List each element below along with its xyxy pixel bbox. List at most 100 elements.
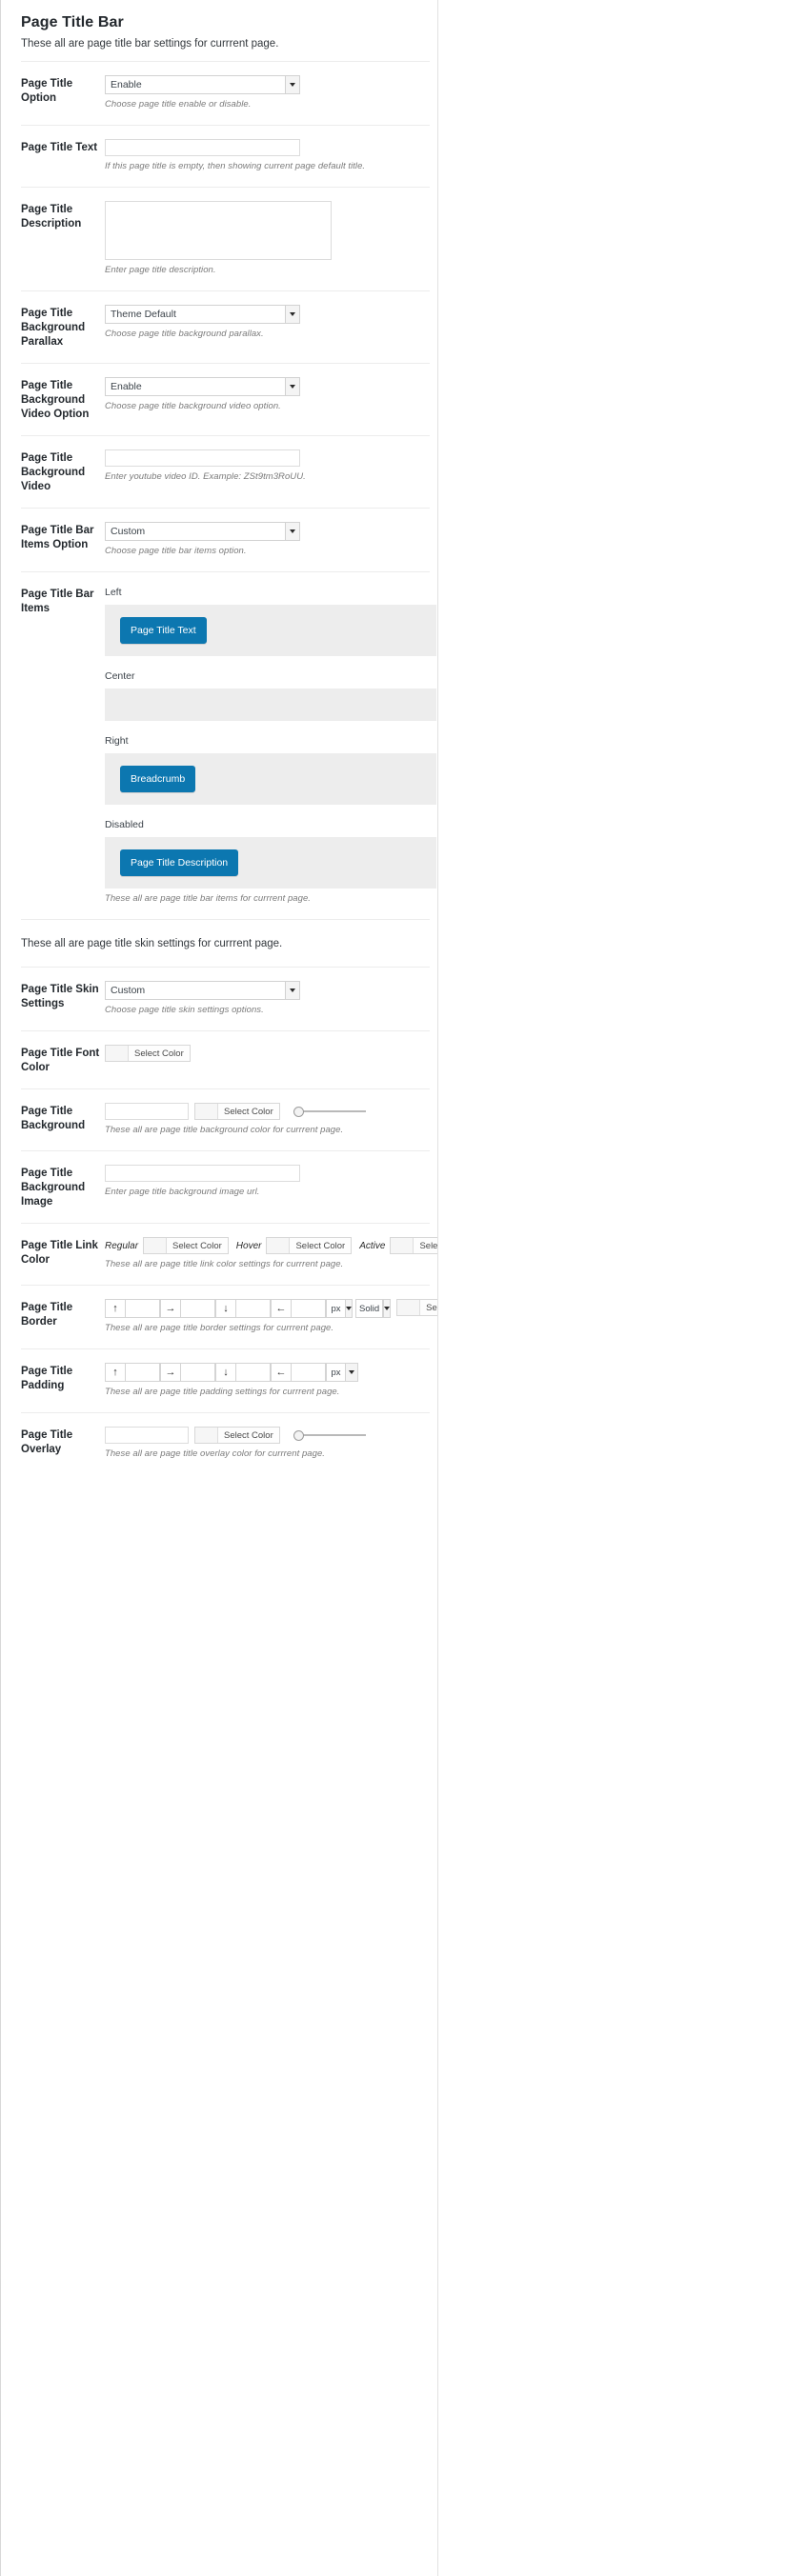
section-subtitle: These all are page title bar settings fo…: [21, 38, 279, 50]
colorpicker-page-title-overlay[interactable]: Select Color: [194, 1427, 280, 1444]
label-page-title-option: Page Title Option: [21, 78, 73, 104]
label-page-title-bar-items-option: Page Title Bar Items Option: [21, 525, 94, 550]
border-unit-select[interactable]: [345, 1299, 353, 1318]
input-padding-left[interactable]: [291, 1363, 326, 1382]
desc-page-title-bg-parallax: Choose page title background parallax.: [105, 329, 264, 339]
label-page-title-bg-parallax: Page Title Background Parallax: [21, 308, 86, 348]
padding-unit-select[interactable]: [345, 1363, 358, 1382]
select-page-title-bar-items-option[interactable]: Custom: [105, 522, 300, 541]
color-swatch: [144, 1238, 168, 1253]
colorpicker-link-regular[interactable]: Select Color: [143, 1237, 229, 1254]
desc-page-title-bar-items-option: Choose page title bar items option.: [105, 546, 247, 556]
row-page-title-bg-video: Page Title Background Video Enter youtub…: [21, 435, 430, 508]
row-page-title-bg-video-option: Page Title Background Video Option Enabl…: [21, 363, 430, 435]
arrow-left-icon: ←: [271, 1363, 291, 1382]
dropzone-right[interactable]: Breadcrumb: [105, 753, 436, 805]
desc-page-title-option: Choose page title enable or disable.: [105, 99, 252, 110]
padding-left-group: ←: [271, 1363, 326, 1382]
item-chip[interactable]: Breadcrumb: [120, 766, 196, 792]
opacity-slider-page-title-overlay[interactable]: [293, 1428, 366, 1442]
label-page-title-link-color: Page Title Link Color: [21, 1240, 98, 1266]
input-page-title-text[interactable]: [105, 139, 300, 156]
row-page-title-description: Page Title Description Enter page title …: [21, 187, 430, 290]
color-swatch: [397, 1300, 421, 1315]
chevron-down-icon: [285, 306, 299, 323]
color-swatch: [267, 1238, 291, 1253]
border-top-group: ↑: [105, 1299, 160, 1318]
row-page-title-bg-parallax: Page Title Background Parallax Theme Def…: [21, 290, 430, 363]
input-padding-right[interactable]: [180, 1363, 215, 1382]
desc-page-title-border: These all are page title border settings…: [105, 1323, 334, 1333]
row-page-title-padding: Page Title Padding ↑ → ↓ ← px These all …: [21, 1348, 430, 1412]
item-chip[interactable]: Page Title Text: [120, 617, 207, 644]
label-page-title-background: Page Title Background: [21, 1106, 86, 1131]
label-page-title-padding: Page Title Padding: [21, 1366, 73, 1391]
label-page-title-bg-video: Page Title Background Video: [21, 452, 86, 492]
desc-page-title-bar-items: These all are page title bar items for c…: [105, 893, 311, 904]
row-page-title-skin-settings: Page Title Skin Settings Custom Choose p…: [21, 967, 430, 1030]
desc-page-title-background-image: Enter page title background image url.: [105, 1187, 260, 1197]
input-page-title-overlay-color[interactable]: [105, 1427, 189, 1444]
select-page-title-bg-video-option-value: Enable: [111, 381, 142, 392]
select-page-title-skin-settings[interactable]: Custom: [105, 981, 300, 1000]
slider-handle[interactable]: [293, 1107, 304, 1117]
item-chip[interactable]: Page Title Description: [120, 849, 239, 876]
border-style-chevron-down-icon[interactable]: [383, 1299, 392, 1318]
select-color-button-label: Select Color: [172, 1240, 222, 1251]
arrow-down-icon: ↓: [215, 1299, 235, 1318]
row-page-title-bar-items-option: Page Title Bar Items Option Custom Choos…: [21, 508, 430, 571]
border-bottom-group: ↓: [215, 1299, 271, 1318]
border-style-value: Solid: [359, 1303, 380, 1314]
opacity-slider-page-title-background[interactable]: [293, 1105, 366, 1118]
colorpicker-link-hover[interactable]: Select Color: [266, 1237, 353, 1254]
select-page-title-option[interactable]: Enable: [105, 75, 300, 94]
padding-bottom-group: ↓: [215, 1363, 271, 1382]
slider-track: [293, 1434, 366, 1436]
input-border-left[interactable]: [291, 1299, 326, 1318]
input-border-top[interactable]: [125, 1299, 160, 1318]
label-page-title-text: Page Title Text: [21, 142, 98, 153]
border-style-select[interactable]: Solid: [355, 1299, 384, 1318]
border-right-group: →: [160, 1299, 215, 1318]
desc-page-title-overlay: These all are page title overlay color f…: [105, 1448, 325, 1459]
arrow-right-icon: →: [160, 1299, 180, 1318]
desc-page-title-link-color: These all are page title link color sett…: [105, 1259, 344, 1269]
border-unit-label: px: [326, 1299, 345, 1318]
arrow-up-icon: ↑: [105, 1299, 125, 1318]
select-color-button-label: Select Color: [419, 1240, 438, 1251]
select-page-title-bar-items-option-value: Custom: [111, 526, 146, 537]
desc-page-title-text: If this page title is empty, then showin…: [105, 161, 366, 171]
select-color-button-label: Select Color: [295, 1240, 346, 1251]
input-padding-bottom[interactable]: [235, 1363, 271, 1382]
label-page-title-skin-settings: Page Title Skin Settings: [21, 984, 99, 1009]
select-page-title-bg-video-option[interactable]: Enable: [105, 377, 300, 396]
input-page-title-bg-video[interactable]: [105, 449, 300, 467]
skin-settings-band: These all are page title skin settings f…: [21, 919, 430, 967]
desc-page-title-bg-video: Enter youtube video ID. Example: ZSt9tm3…: [105, 471, 306, 482]
select-page-title-bg-parallax-value: Theme Default: [111, 309, 176, 320]
slider-handle[interactable]: [293, 1430, 304, 1441]
colorpicker-page-title-font-color[interactable]: Select Color: [105, 1045, 191, 1062]
select-page-title-bg-parallax[interactable]: Theme Default: [105, 305, 300, 324]
input-page-title-background-color[interactable]: [105, 1103, 189, 1120]
input-padding-top[interactable]: [125, 1363, 160, 1382]
link-state-active-label: Active: [359, 1240, 386, 1251]
row-page-title-font-color: Page Title Font Color Select Color: [21, 1030, 430, 1088]
input-border-right[interactable]: [180, 1299, 215, 1318]
textarea-page-title-description[interactable]: [105, 201, 332, 260]
label-page-title-overlay: Page Title Overlay: [21, 1429, 73, 1455]
row-page-title-bar-items: Page Title Bar Items Left Page Title Tex…: [21, 571, 436, 919]
input-page-title-background-image[interactable]: [105, 1165, 300, 1182]
colorpicker-page-title-border[interactable]: Select Color: [396, 1299, 437, 1316]
dropzone-disabled[interactable]: Page Title Description: [105, 837, 436, 889]
row-page-title-border: Page Title Border ↑ → ↓ ← px Solid Sel T…: [21, 1285, 437, 1348]
colorpicker-page-title-background[interactable]: Select Color: [194, 1103, 280, 1120]
row-page-title-background: Page Title Background Select Color These…: [21, 1088, 430, 1150]
label-page-title-description: Page Title Description: [21, 204, 82, 230]
desc-page-title-description: Enter page title description.: [105, 265, 216, 275]
colorpicker-link-active[interactable]: Select Color: [390, 1237, 438, 1254]
dropzone-center[interactable]: [105, 689, 436, 721]
color-swatch: [195, 1428, 218, 1443]
input-border-bottom[interactable]: [235, 1299, 271, 1318]
dropzone-left[interactable]: Page Title Text: [105, 605, 436, 656]
